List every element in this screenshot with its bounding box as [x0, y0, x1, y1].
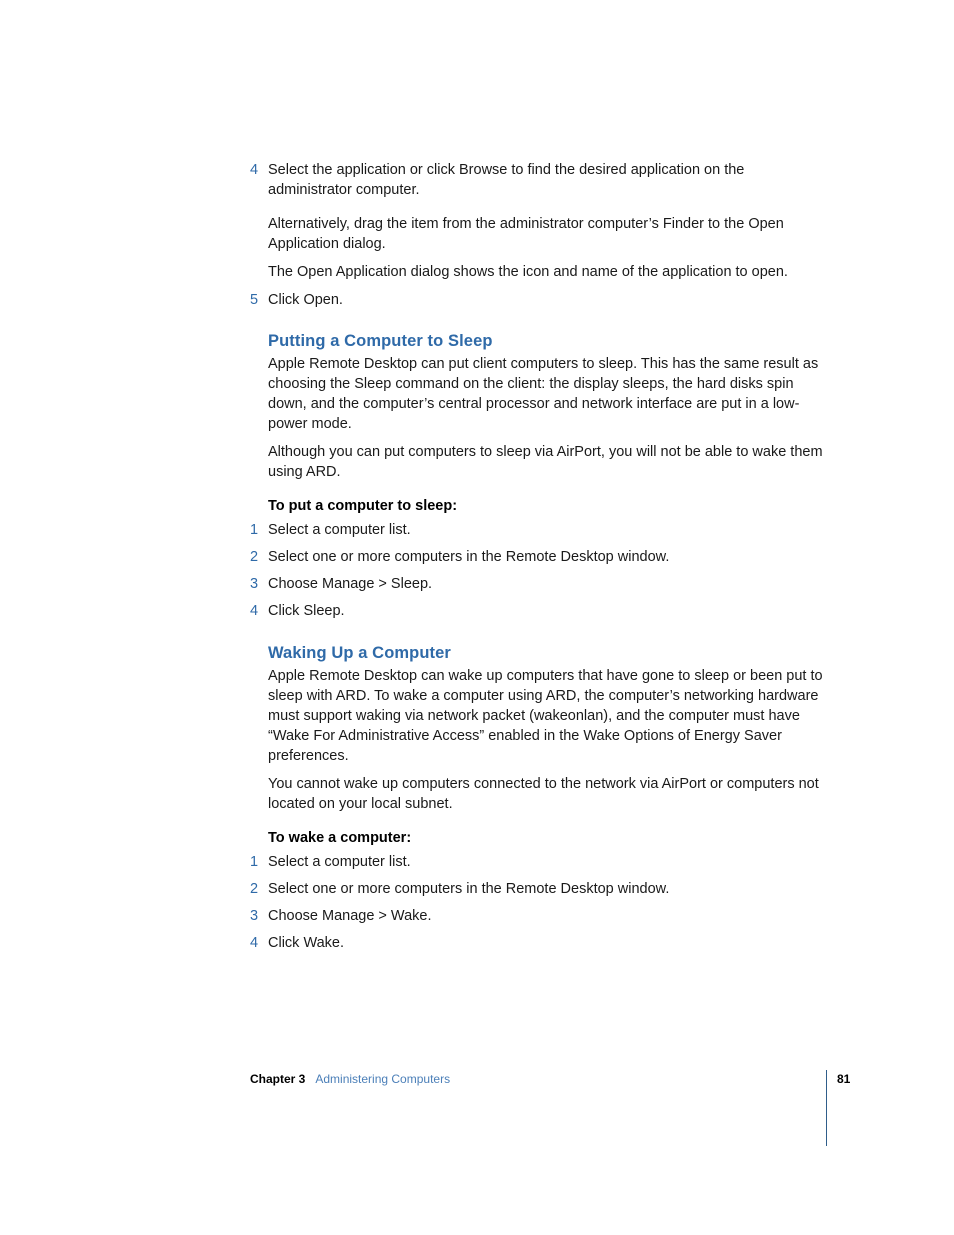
step-number: 4: [250, 935, 259, 951]
footer-divider-rule: [826, 1070, 827, 1146]
list-item: 4 Click Wake.: [250, 933, 826, 953]
step-number: 4: [250, 162, 259, 178]
step-text: Click Sleep.: [268, 603, 345, 619]
section-heading-wake: Waking Up a Computer: [268, 644, 451, 662]
list-item: 3 Choose Manage > Wake.: [250, 906, 826, 926]
body-paragraph: You cannot wake up computers connected t…: [268, 776, 819, 812]
step-text: Select one or more computers in the Remo…: [268, 881, 670, 897]
step-text: Select a computer list.: [268, 522, 411, 538]
body-paragraph: Apple Remote Desktop can wake up compute…: [268, 668, 823, 764]
step-number: 3: [250, 908, 259, 924]
footer-chapter-title: Administering Computers: [315, 1072, 451, 1086]
step-text: Choose Manage > Sleep.: [268, 576, 433, 592]
list-item: 2 Select one or more computers in the Re…: [250, 879, 826, 899]
step-number: 3: [250, 576, 259, 592]
step-number: 2: [250, 881, 259, 897]
step-text: Click Wake.: [268, 935, 344, 951]
body-paragraph: Alternatively, drag the item from the ad…: [268, 216, 784, 252]
step-text: Select one or more computers in the Remo…: [268, 549, 670, 565]
step-number: 4: [250, 603, 259, 619]
step-number: 2: [250, 549, 259, 565]
procedure-subheading-wake: To wake a computer:: [268, 830, 412, 846]
body-paragraph: Although you can put computers to sleep …: [268, 444, 823, 480]
list-item: 4 Click Sleep.: [250, 601, 826, 621]
step-text: Choose Manage > Wake.: [268, 908, 432, 924]
step-text: Click Open.: [268, 292, 343, 308]
list-item: 5 Click Open.: [250, 290, 826, 310]
step-text: Select the application or click Browse t…: [268, 162, 745, 198]
section-heading-sleep: Putting a Computer to Sleep: [268, 332, 493, 350]
procedure-subheading-sleep: To put a computer to sleep:: [268, 498, 458, 514]
page-content: 4 Select the application or click Browse…: [250, 160, 826, 960]
procedure-steps-sleep: 1 Select a computer list. 2 Select one o…: [250, 520, 826, 621]
list-item: 1 Select a computer list.: [250, 520, 826, 540]
procedure-steps-wake: 1 Select a computer list. 2 Select one o…: [250, 852, 826, 953]
step-text: Select a computer list.: [268, 854, 411, 870]
list-item: 4 Select the application or click Browse…: [250, 160, 826, 200]
page-number: 81: [837, 1072, 851, 1086]
body-paragraph: The Open Application dialog shows the ic…: [268, 264, 788, 280]
step-number: 1: [250, 522, 259, 538]
body-paragraph: Apple Remote Desktop can put client comp…: [268, 356, 819, 432]
list-item: 1 Select a computer list.: [250, 852, 826, 872]
list-item: 3 Choose Manage > Sleep.: [250, 574, 826, 594]
footer-chapter-label: Chapter 3: [250, 1072, 306, 1086]
list-item: 2 Select one or more computers in the Re…: [250, 547, 826, 567]
step-number: 5: [250, 292, 259, 308]
page-footer: Chapter 3 Administering Computers: [250, 1070, 850, 1088]
step-number: 1: [250, 854, 259, 870]
document-page: 4 Select the application or click Browse…: [0, 0, 954, 1235]
